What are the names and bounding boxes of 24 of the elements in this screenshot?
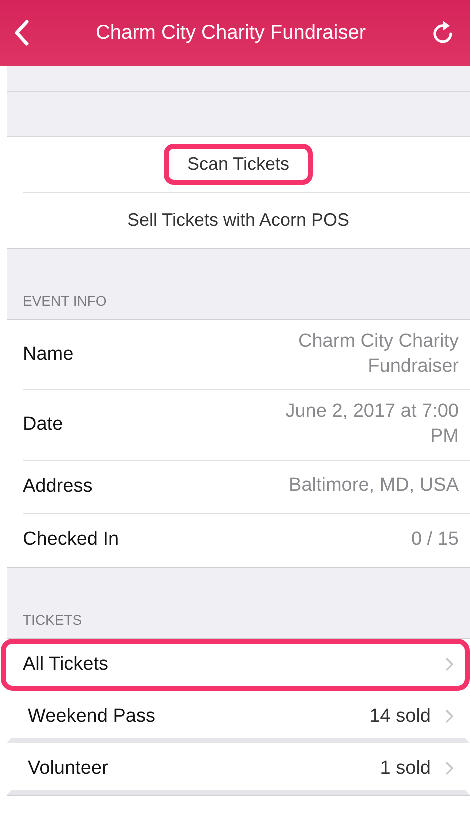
row-value: Charm City Charity Fundraiser [298, 330, 459, 379]
ticket-row[interactable]: Weekend Pass 14 sold [7, 690, 470, 743]
row-value: June 2, 2017 at 7:00 PM [284, 400, 459, 450]
row-label: Address [23, 476, 93, 498]
ticket-row[interactable]: All Tickets [1, 638, 470, 691]
row-label: Date [23, 414, 64, 436]
ticket-row[interactable]: Volunteer 1 sold [7, 742, 470, 795]
row-value: Baltimore, MD, USA [289, 474, 459, 498]
chevron-icon [445, 709, 454, 724]
nav-title: Charm City Charity Fundraiser [94, 22, 368, 44]
section-header: EVENT INFO [23, 293, 107, 309]
row-label: Weekend Pass [28, 706, 156, 728]
row-label: Name [23, 344, 74, 366]
chevron-icon [445, 761, 454, 776]
back-icon[interactable] [14, 20, 30, 46]
row-label: Volunteer [28, 758, 110, 780]
action-button[interactable]: Scan Tickets [164, 144, 313, 185]
chevron-icon [445, 657, 454, 672]
section-header: TICKETS [23, 612, 82, 628]
sold-count: 1 sold [380, 758, 431, 780]
row-label: Checked In [23, 529, 120, 552]
sold-count: 14 sold [370, 706, 431, 728]
row-label: All Tickets [23, 654, 110, 676]
row-value: 0 / 15 [411, 528, 459, 552]
